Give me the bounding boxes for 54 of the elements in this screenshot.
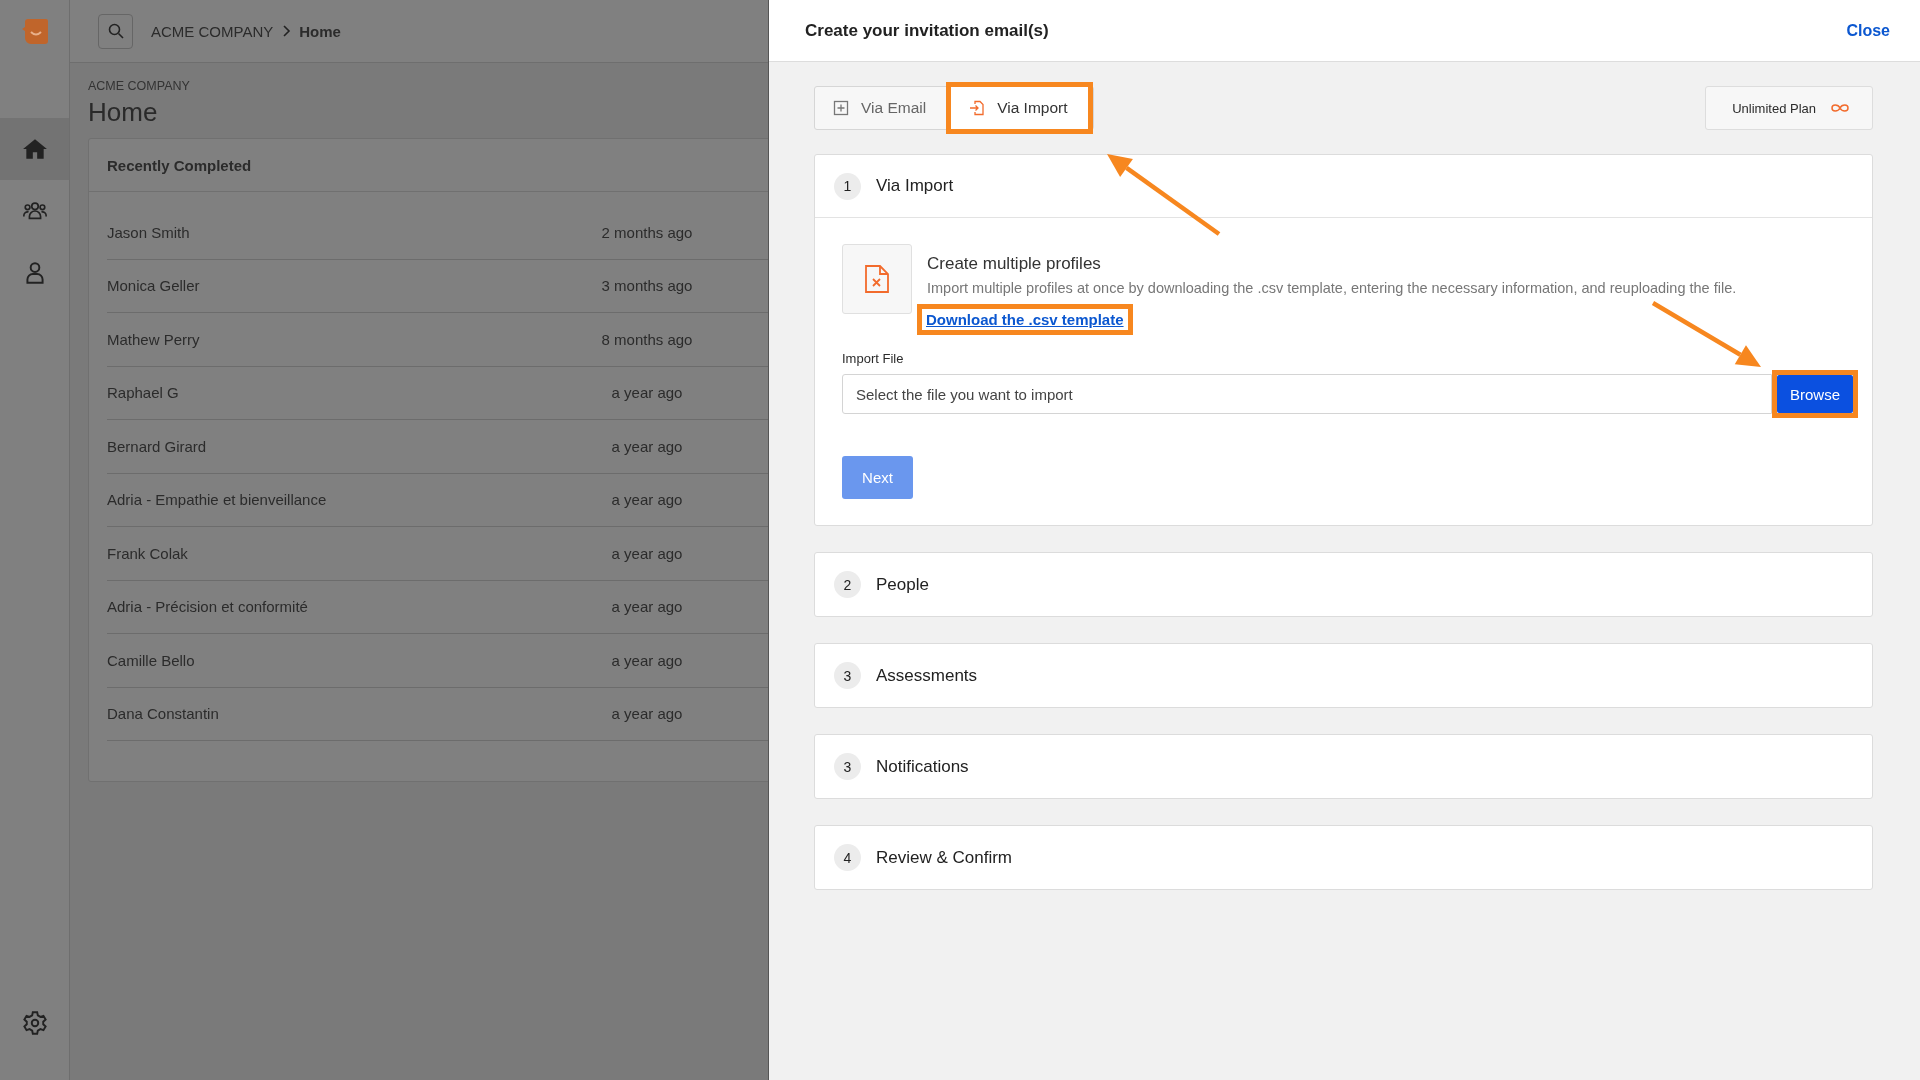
step-number: 1 — [834, 172, 861, 200]
page-title: Home — [88, 97, 158, 128]
step-number: 3 — [834, 662, 861, 689]
person-name: Mathew Perry — [107, 330, 201, 348]
person-name: Camille Bello — [107, 651, 196, 669]
completed-time: 8 months ago — [600, 330, 694, 348]
step-title[interactable]: People — [876, 574, 929, 595]
person-name: Jason Smith — [107, 223, 191, 241]
step-title[interactable]: Notifications — [876, 756, 969, 777]
step-number: 4 — [834, 844, 861, 871]
tab[interactable]: Via Email — [815, 87, 947, 129]
chevron-icon — [281, 25, 292, 37]
step-title[interactable]: Via Import — [876, 176, 954, 196]
search-button[interactable] — [98, 13, 133, 49]
person-name: Monica Geller — [107, 277, 201, 295]
file-input-field[interactable]: Select the file you want to import — [842, 374, 1772, 414]
completed-time: a year ago — [610, 437, 684, 455]
completed-time: a year ago — [610, 598, 684, 616]
plus-square-icon — [833, 100, 849, 116]
completed-time: a year ago — [610, 384, 684, 402]
step-title[interactable]: Review & Confirm — [876, 847, 1013, 868]
completed-time: a year ago — [610, 491, 684, 509]
person-name: Dana Constantin — [107, 705, 220, 723]
completed-time: 3 months ago — [600, 277, 694, 295]
step-title[interactable]: Assessments — [876, 665, 978, 686]
settings-icon — [21, 1010, 48, 1036]
file-import-icon — [969, 100, 986, 116]
browse-button[interactable]: Browse — [1777, 375, 1853, 413]
close-button[interactable]: Close — [1846, 21, 1890, 40]
search-icon — [107, 23, 124, 39]
person-name: Adria - Empathie et bienveillance — [107, 491, 328, 509]
home-nav-button[interactable] — [0, 118, 69, 180]
section-heading: Create multiple profiles — [927, 254, 1102, 274]
section-description: Import multiple profiles at once by downloading the .csv template, entering the necessary information, and reuploading the file. — [927, 280, 1738, 296]
drawer-title: Create your invitation email(s) — [805, 20, 1049, 41]
completed-time: a year ago — [610, 544, 684, 562]
page-overline: ACME COMPANY — [88, 79, 191, 93]
completed-time: a year ago — [610, 705, 684, 723]
person-name: Frank Colak — [107, 544, 189, 562]
infinity-icon — [1830, 103, 1850, 113]
logo-icon — [20, 17, 49, 45]
step-number: 3 — [834, 753, 861, 780]
step-number: 2 — [834, 571, 861, 598]
tab[interactable]: Via Import — [951, 87, 1088, 129]
completed-time: 2 months ago — [600, 223, 694, 241]
download-link[interactable]: Download the .csv template — [922, 309, 1128, 330]
person-name: Bernard Girard — [107, 437, 208, 455]
person-name: Adria - Précision et conformité — [107, 598, 309, 616]
completed-time: a year ago — [610, 651, 684, 669]
plan-label: Unlimited Plan — [1732, 100, 1816, 116]
person-name: Raphael G — [107, 384, 180, 402]
file-icon — [842, 244, 912, 314]
breadcrumb-link[interactable]: ACME COMPANY — [151, 22, 274, 40]
field-label: Import File — [842, 351, 905, 366]
